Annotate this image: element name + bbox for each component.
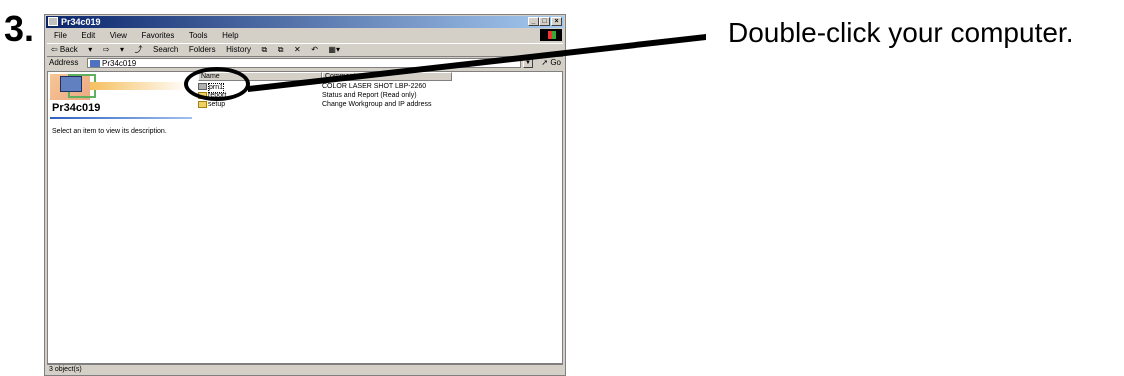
callout-line <box>248 34 706 92</box>
